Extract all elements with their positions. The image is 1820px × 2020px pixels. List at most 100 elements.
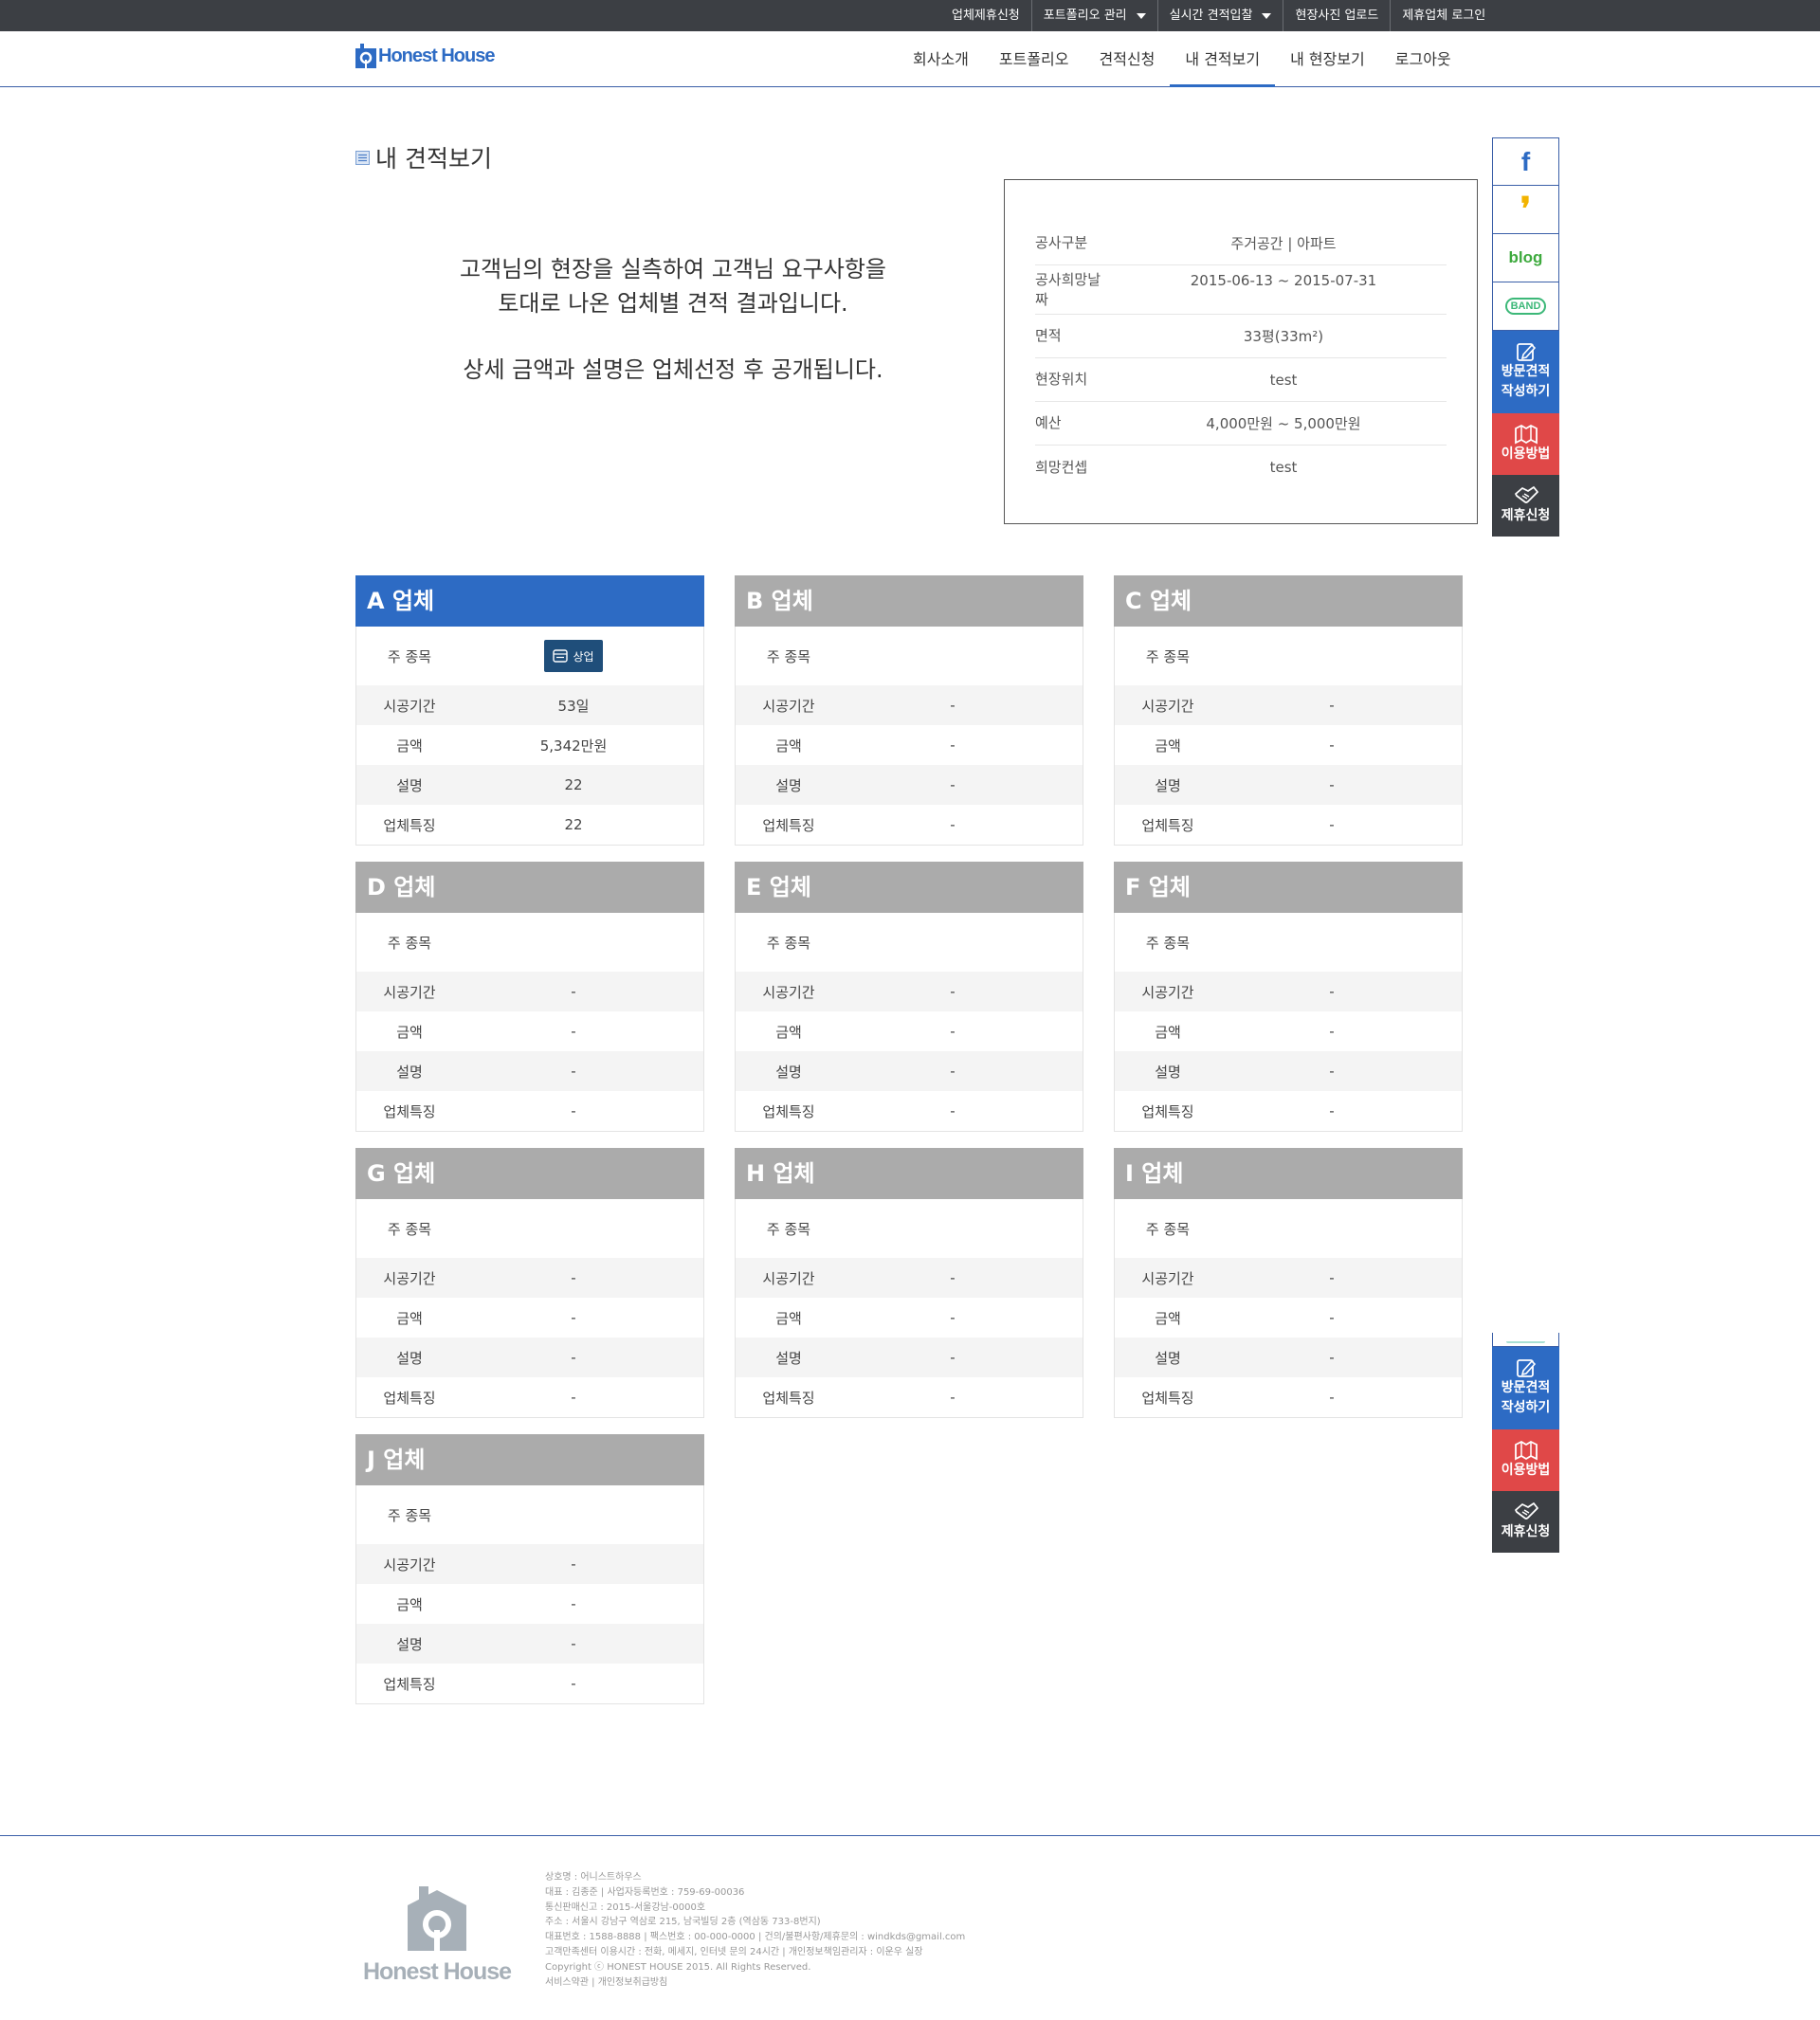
- card-row-label: 설명: [1155, 1349, 1181, 1367]
- intro-message: 고객님의 현장을 실측하여 고객님 요구사항을 토대로 나온 업체별 견적 결과…: [355, 252, 991, 387]
- kakaostory-button[interactable]: ❜: [1492, 186, 1559, 234]
- card-row-amount: 금액 -: [736, 1011, 1083, 1051]
- main-nav: 회사소개 포트폴리오 견적신청 내 견적보기 내 현장보기 로그아웃: [898, 31, 1466, 87]
- card-row-feature: 업체특징 -: [736, 1091, 1083, 1131]
- visit-estimate-label: 방문견적 작성하기: [1502, 362, 1551, 402]
- card-row-period: 시공기간 -: [736, 685, 1083, 725]
- card-row-label: 주 종목: [1145, 1220, 1191, 1238]
- vendor-card: J 업체 주 종목 시공기간 - 금액 - 설명 - 업체특징 -: [355, 1434, 704, 1704]
- floating-sidebar-lower: 방문견적 작성하기 이용방법 제휴신청: [1492, 1333, 1559, 1553]
- nav-item-company[interactable]: 회사소개: [898, 31, 984, 87]
- handshake-icon: [1514, 1501, 1538, 1520]
- partnership-label: 제휴신청: [1501, 1523, 1551, 1539]
- band-button[interactable]: BAND: [1492, 282, 1559, 331]
- card-row-desc: 설명 -: [356, 1624, 703, 1664]
- info-value: 33평(33m²): [1243, 328, 1324, 345]
- side-label-line: 작성하기: [1501, 1400, 1551, 1415]
- partnership-button[interactable]: 제휴신청: [1492, 475, 1559, 537]
- card-row-label: 주 종목: [387, 934, 432, 952]
- facebook-button[interactable]: f: [1492, 137, 1559, 186]
- footer-links[interactable]: 서비스약관 | 개인정보취급방침: [545, 1975, 965, 1991]
- how-to-use-button[interactable]: 이용방법: [1492, 413, 1559, 475]
- band-button-partial[interactable]: [1492, 1333, 1559, 1347]
- kakaostory-icon: ❜: [1520, 191, 1531, 227]
- footer: Honest House 상호명 : 어니스트하우스 대표 : 김종준 | 사업…: [0, 1835, 1820, 2020]
- floating-sidebar: f ❜ blog BAND 방문견적 작성하기 이용방법 제휴신청: [1492, 137, 1559, 537]
- utility-link-label: 실시간 견적입찰: [1169, 9, 1253, 23]
- utility-link-partner-apply[interactable]: 업체제휴신청: [940, 0, 1031, 31]
- card-row-value: -: [1329, 697, 1335, 714]
- vendor-card-title: J 업체: [355, 1434, 704, 1485]
- blog-button[interactable]: blog: [1492, 234, 1559, 282]
- pencil-note-icon: [1516, 1359, 1536, 1377]
- info-label: 예산: [1035, 414, 1062, 431]
- side-label-line: 작성하기: [1501, 384, 1551, 399]
- site-logo[interactable]: Honest House: [355, 44, 495, 68]
- card-row-value: -: [1329, 1063, 1335, 1080]
- card-row-value: -: [571, 983, 576, 1000]
- card-row-label: 설명: [775, 776, 802, 794]
- card-row-label: 업체특징: [762, 816, 815, 834]
- vendor-card: H 업체 주 종목 시공기간 - 금액 - 설명 - 업체특징 -: [735, 1148, 1083, 1418]
- card-row-value: -: [1329, 1309, 1335, 1326]
- card-row-amount: 금액 -: [356, 1298, 703, 1338]
- card-row-label: 업체특징: [383, 816, 436, 834]
- card-row-label: 금액: [1155, 1309, 1181, 1327]
- visit-estimate-button[interactable]: 방문견적 작성하기: [1492, 331, 1559, 413]
- vendor-card: G 업체 주 종목 시공기간 - 금액 - 설명 - 업체특징 -: [355, 1148, 704, 1418]
- card-row-label: 업체특징: [762, 1389, 815, 1407]
- nav-item-my-estimates[interactable]: 내 견적보기: [1170, 31, 1276, 87]
- intro-notice: 상세 금액과 설명은 업체선정 후 공개됩니다.: [463, 356, 883, 383]
- vendor-card-title: H 업체: [735, 1148, 1083, 1199]
- map-icon: [1514, 1440, 1538, 1460]
- card-row-period: 시공기간 -: [356, 1544, 703, 1584]
- list-icon: [355, 150, 370, 165]
- vendor-card: I 업체 주 종목 시공기간 - 금액 - 설명 - 업체특징 -: [1114, 1148, 1463, 1418]
- nav-item-request-estimate[interactable]: 견적신청: [1084, 31, 1171, 87]
- utility-link-label: 포트폴리오 관리: [1043, 9, 1127, 23]
- nav-item-logout[interactable]: 로그아웃: [1380, 31, 1466, 87]
- card-row-value: 5,342만원: [539, 737, 608, 755]
- info-row-location: 현장위치 test: [1035, 358, 1447, 402]
- nav-item-portfolio[interactable]: 포트폴리오: [984, 31, 1084, 87]
- nav-item-my-site[interactable]: 내 현장보기: [1275, 31, 1380, 87]
- map-icon: [1514, 424, 1538, 444]
- vendor-card-title: G 업체: [355, 1148, 704, 1199]
- intro-line: 고객님의 현장을 실측하여 고객님 요구사항을: [459, 256, 887, 282]
- card-row-period: 시공기간 -: [356, 972, 703, 1011]
- partnership-label: 제휴신청: [1501, 507, 1551, 523]
- card-row-label: 주 종목: [387, 647, 432, 665]
- how-to-use-button[interactable]: 이용방법: [1492, 1429, 1559, 1491]
- house-logo-icon: [408, 1886, 466, 1951]
- footer-logo[interactable]: Honest House: [355, 1886, 519, 1986]
- card-row-amount: 금액 -: [1115, 1298, 1462, 1338]
- category-badge: 상업: [544, 640, 603, 672]
- partnership-button[interactable]: 제휴신청: [1492, 1491, 1559, 1553]
- card-row-desc: 설명 -: [736, 765, 1083, 805]
- card-row-label: 금액: [396, 1309, 423, 1327]
- utility-link-live-bidding[interactable]: 실시간 견적입찰: [1156, 0, 1283, 31]
- utility-link-partner-login[interactable]: 제휴업체 로그인: [1390, 0, 1497, 31]
- visit-estimate-button[interactable]: 방문견적 작성하기: [1492, 1347, 1559, 1429]
- band-icon: BAND: [1504, 298, 1547, 315]
- vendor-card-body: 주 종목 시공기간 - 금액 - 설명 - 업체특징 -: [1114, 1199, 1463, 1418]
- card-row-value: -: [571, 1349, 576, 1366]
- card-row-value: -: [950, 737, 956, 754]
- building-icon: [553, 649, 569, 663]
- card-row-label: 업체특징: [1141, 1102, 1194, 1120]
- info-row-budget: 예산 4,000만원 ~ 5,000만원: [1035, 402, 1447, 446]
- card-row-value: -: [571, 1269, 576, 1286]
- card-row-label: 설명: [396, 1349, 423, 1367]
- card-row-label: 업체특징: [383, 1675, 436, 1693]
- card-row-value: -: [1329, 1389, 1335, 1406]
- card-row-label: 설명: [396, 1063, 423, 1081]
- info-row-area: 면적 33평(33m²): [1035, 315, 1447, 358]
- info-label: 현장위치: [1035, 371, 1088, 388]
- utility-link-photo-upload[interactable]: 현장사진 업로드: [1283, 0, 1390, 31]
- card-row-value: 53일: [557, 697, 590, 715]
- footer-line: 통신판매신고 : 2015-서울강남-0000호: [545, 1902, 706, 1913]
- vendor-card-body: 주 종목 시공기간 - 금액 - 설명 - 업체특징 -: [1114, 627, 1463, 846]
- card-row-value: -: [950, 983, 956, 1000]
- card-row-label: 주 종목: [766, 1220, 811, 1238]
- utility-link-portfolio-manage[interactable]: 포트폴리오 관리: [1030, 0, 1157, 31]
